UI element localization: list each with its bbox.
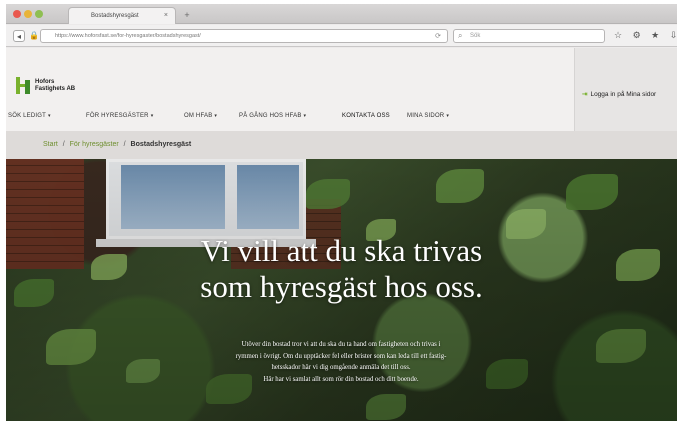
breadcrumb-separator: / [123,141,126,148]
reload-icon[interactable]: ⟳ [435,32,441,40]
toolbar-icons[interactable]: ☆ ⚙ ★ ⇩ [614,30,677,41]
tab-title: Bostadshyresgäst [91,13,139,19]
main-navigation: SÖK LEDIGT ▾ FÖR HYRESGÄSTER ▾ OM HFAB ▾ PÅ… [6,111,574,125]
hero-body-text: Utöver din bostad tror vi att du ska du … [146,339,536,385]
url-text: https://www.hoforsfast.se/for-hyresgaste… [55,33,201,39]
zoom-window-button[interactable] [35,10,43,18]
browser-window: Bostadshyresgäst × + ◂ 🔒 https://www.hof… [6,4,677,421]
nav-label: PÅ GÅNG HOS HFAB [239,113,302,119]
breadcrumb-trail: Start / För hyresgäster / Bostadshyresgä… [43,141,191,148]
lock-icon: 🔒 [29,31,39,40]
breadcrumb-section[interactable]: För hyresgäster [70,141,119,148]
chevron-down-icon: ▾ [214,113,218,119]
hero-body-line-4: Här har vi samlat allt som rör din bosta… [263,375,419,383]
hero-title-line-1: Vi vill att du ska trivas [200,233,483,268]
chevron-down-icon: ▾ [48,113,51,119]
logo-text[interactable]: Hofors Fastighets AB [35,79,75,93]
nav-item-kontakta-oss[interactable]: KONTAKTA OSS [342,113,390,119]
nav-item-pa-gang[interactable]: PÅ GÅNG HOS HFAB ▾ [239,113,306,119]
nav-item-mina-sidor[interactable]: MINA SIDOR ▾ [407,113,449,119]
navigation-toolbar: ◂ 🔒 https://www.hoforsfast.se/for-hyresg… [6,25,677,47]
logo-line-1: Hofors [35,79,55,85]
address-bar[interactable]: https://www.hoforsfast.se/for-hyresgaste… [40,29,448,43]
login-panel: ⇥ Logga in på Mina sidor [574,48,677,131]
logo-icon[interactable] [16,77,32,94]
site-header: Hofors Fastighets AB SÖK LEDIGT ▾ FÖR HYR… [6,48,677,131]
chevron-down-icon: ▾ [150,113,154,119]
nav-item-om-hfab[interactable]: OM HFAB ▾ [184,113,217,119]
breadcrumb-home[interactable]: Start [43,141,58,148]
hero-body-line-2: rymmen i övrigt. Om du upptäcker fel ell… [235,352,447,360]
browser-tab[interactable]: Bostadshyresgäst × [68,7,176,24]
tab-strip: Bostadshyresgäst × + [6,4,677,24]
hero-title-line-2: som hyresgäst hos oss. [200,269,483,304]
close-window-button[interactable] [13,10,21,18]
nav-label: KONTAKTA OSS [342,113,390,119]
breadcrumb-separator: / [62,141,65,148]
new-tab-button[interactable]: + [180,9,194,21]
nav-item-for-hyresgaster[interactable]: FÖR HYRESGÄSTER ▾ [86,113,153,119]
nav-label: FÖR HYRESGÄSTER [86,113,149,119]
hero-body-line-3: hetsskador här vi dig omgående anmäla de… [271,364,411,371]
search-placeholder: Sök [470,33,481,39]
hero-title: Vi vill att du ska trivas som hyresgäst … [6,233,677,305]
breadcrumb-current: Bostadshyresgäst [130,141,192,148]
search-input[interactable]: ⌕ Sök [453,29,605,43]
hero-banner: Vi vill att du ska trivas som hyresgäst … [6,159,677,421]
chevron-down-icon: ▾ [446,113,450,119]
tab-close-icon[interactable]: × [164,12,168,19]
nav-label: OM HFAB [184,113,213,119]
hero-body-line-1: Utöver din bostad tror vi att du ska du … [241,341,441,348]
login-arrow-icon: ⇥ [582,91,588,98]
login-link[interactable]: ⇥ Logga in på Mina sidor [582,90,656,98]
minimize-window-button[interactable] [24,10,32,18]
nav-item-sok-ledigt[interactable]: SÖK LEDIGT ▾ [8,113,51,119]
login-label: Logga in på Mina sidor [590,91,657,98]
chevron-down-icon: ▾ [303,113,307,119]
search-icon: ⌕ [458,31,463,40]
back-button[interactable]: ◂ [13,30,25,42]
logo-line-2: Fastighets AB [35,86,76,92]
breadcrumb: Start / För hyresgäster / Bostadshyresgä… [6,131,677,159]
nav-label: MINA SIDOR [407,113,445,119]
nav-label: SÖK LEDIGT [8,113,47,119]
